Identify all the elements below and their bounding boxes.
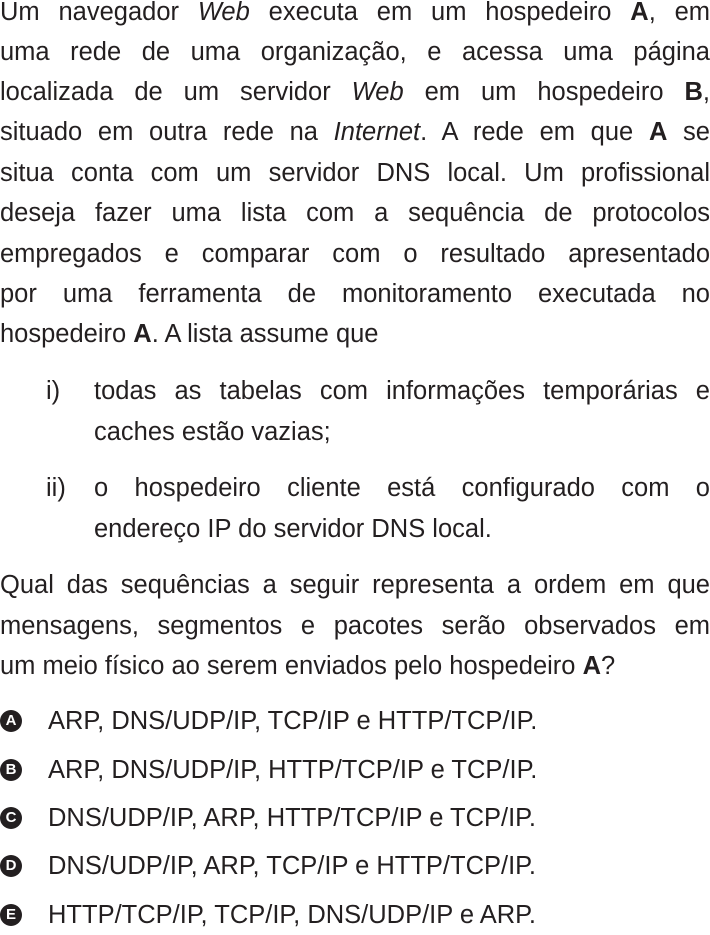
paragraph-line: empregados e comparar com o resultado ap… [0, 240, 710, 268]
assumption-marker: ii) [46, 474, 66, 502]
paragraph-line: situado em outra rede na Internet. A red… [0, 112, 710, 152]
text-span: se [667, 118, 710, 146]
text-span: . A lista assume que [151, 320, 379, 348]
text-span: um meio físico ao serem enviados pelo ho… [0, 652, 583, 680]
paragraph-line: hospedeiro A. A lista assume que [0, 314, 710, 354]
assumption-line: endereço IP do servidor DNS local. [94, 515, 492, 543]
option-letter-badge: B [0, 759, 22, 781]
answer-option-a[interactable]: A ARP, DNS/UDP/IP, TCP/IP e HTTP/TCP/IP. [0, 701, 710, 741]
text-italic: Web [197, 0, 250, 26]
text-italic: Internet [333, 118, 421, 146]
text-span: Um navegador [0, 0, 198, 26]
host-a-label: A [582, 652, 601, 680]
text-span: , em [648, 0, 710, 26]
option-letter-badge: D [0, 855, 22, 877]
host-a-label: A [648, 118, 668, 146]
option-text: DNS/UDP/IP, ARP, HTTP/TCP/IP e TCP/IP. [48, 804, 536, 832]
answer-option-d[interactable]: D DNS/UDP/IP, ARP, TCP/IP e HTTP/TCP/IP. [0, 846, 710, 886]
text-span: localizada de um servidor [0, 78, 352, 106]
text-span: situado em outra rede na [0, 118, 334, 146]
question-line: um meio físico ao serem enviados pelo ho… [0, 646, 710, 686]
assumption-line: caches estão vazias; [94, 418, 331, 446]
option-letter-badge: A [0, 710, 22, 732]
host-a-label: A [630, 0, 649, 26]
paragraph-line: por uma ferramenta de monitoramento exec… [0, 280, 710, 308]
assumption-line: todas as tabelas com informações temporá… [94, 377, 710, 405]
question-page: Um navegador Web executa em um hospedeir… [0, 0, 710, 930]
assumption-line: o hospedeiro cliente está configurado co… [94, 474, 710, 502]
paragraph-line: Um navegador Web executa em um hospedeir… [0, 0, 710, 32]
paragraph-line: situa conta com um servidor DNS local. U… [0, 159, 710, 187]
question-line: mensagens, segmentos e pacotes serão obs… [0, 612, 710, 640]
option-letter-badge: C [0, 807, 22, 829]
text-span: ? [601, 652, 616, 680]
answer-option-c[interactable]: C DNS/UDP/IP, ARP, HTTP/TCP/IP e TCP/IP. [0, 798, 710, 838]
host-a-label: A [133, 320, 152, 348]
text-italic: Web [351, 78, 404, 106]
paragraph-line: localizada de um servidor Web em um hosp… [0, 72, 710, 112]
answer-option-e[interactable]: E HTTP/TCP/IP, TCP/IP, DNS/UDP/IP e ARP. [0, 895, 710, 935]
option-letter-badge: E [0, 904, 22, 926]
text-span: em um hospedeiro [403, 78, 685, 106]
text-span: executa em um hospedeiro [249, 0, 631, 26]
text-span: hospedeiro [0, 320, 134, 348]
option-text: ARP, DNS/UDP/IP, HTTP/TCP/IP e TCP/IP. [48, 756, 538, 784]
paragraph-line: uma rede de uma organização, e acessa um… [0, 38, 710, 66]
text-span: . A rede em que [420, 118, 649, 146]
option-text: DNS/UDP/IP, ARP, TCP/IP e HTTP/TCP/IP. [48, 852, 536, 880]
question-line: Qual das sequências a seguir representa … [0, 571, 710, 599]
text-span: , [702, 78, 710, 106]
option-text: ARP, DNS/UDP/IP, TCP/IP e HTTP/TCP/IP. [48, 707, 538, 735]
host-b-label: B [684, 78, 703, 106]
paragraph-line: deseja fazer uma lista com a sequência d… [0, 199, 710, 227]
assumption-marker: i) [46, 377, 61, 405]
answer-option-b[interactable]: B ARP, DNS/UDP/IP, HTTP/TCP/IP e TCP/IP. [0, 750, 710, 790]
option-text: HTTP/TCP/IP, TCP/IP, DNS/UDP/IP e ARP. [48, 901, 536, 929]
